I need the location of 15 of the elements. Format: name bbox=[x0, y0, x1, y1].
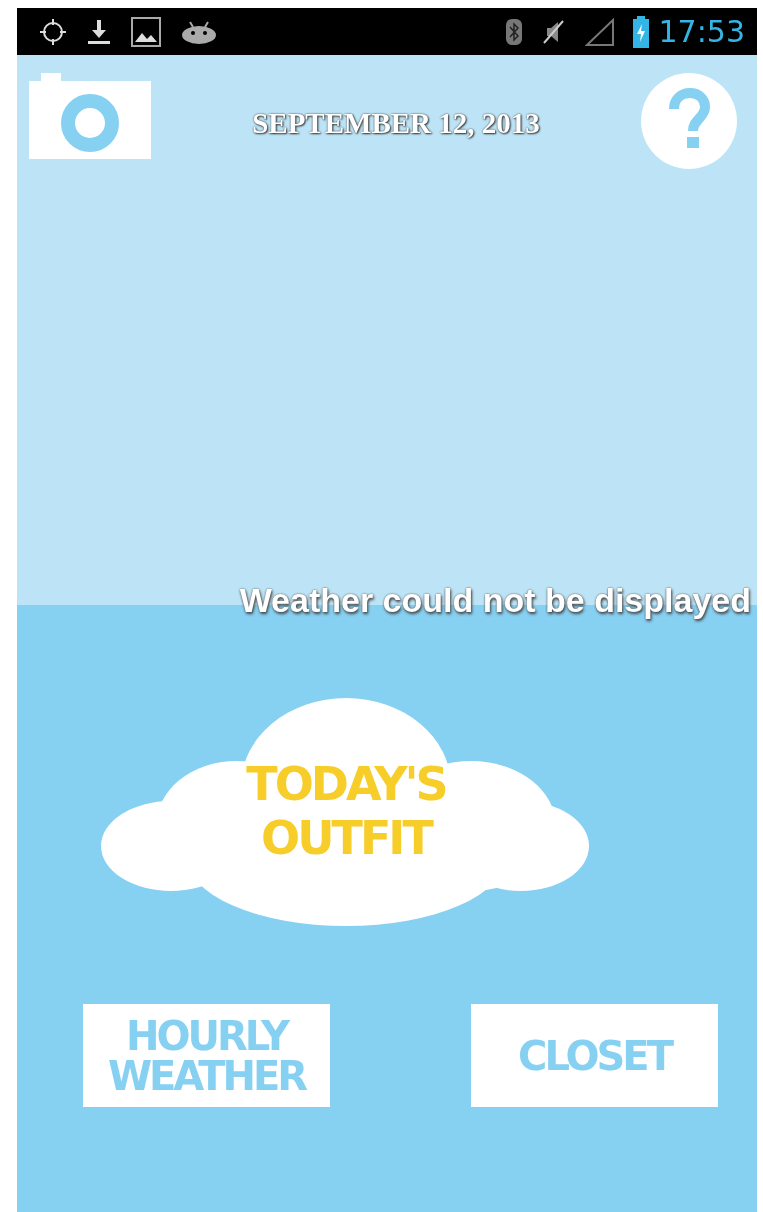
download-icon bbox=[87, 18, 111, 45]
nav-button[interactable]: CLOSET bbox=[471, 1004, 718, 1107]
camera-icon[interactable] bbox=[29, 73, 151, 159]
android-icon bbox=[181, 19, 217, 44]
date-heading: SEPTEMBER 12, 2013 bbox=[252, 107, 540, 140]
nav-button[interactable]: HOURLY WEATHER bbox=[83, 1004, 330, 1107]
bluetooth-icon bbox=[504, 17, 523, 46]
image-icon bbox=[131, 16, 161, 47]
weather-message: Weather could not be displayed bbox=[239, 581, 751, 620]
status-time: 17:53 bbox=[658, 14, 745, 49]
crosshair-icon bbox=[39, 17, 67, 46]
battery-icon bbox=[632, 15, 649, 48]
todays-outfit-button[interactable]: TODAY'S OUTFIT bbox=[101, 696, 591, 926]
signal-icon bbox=[584, 17, 615, 46]
help-icon[interactable] bbox=[641, 73, 737, 169]
